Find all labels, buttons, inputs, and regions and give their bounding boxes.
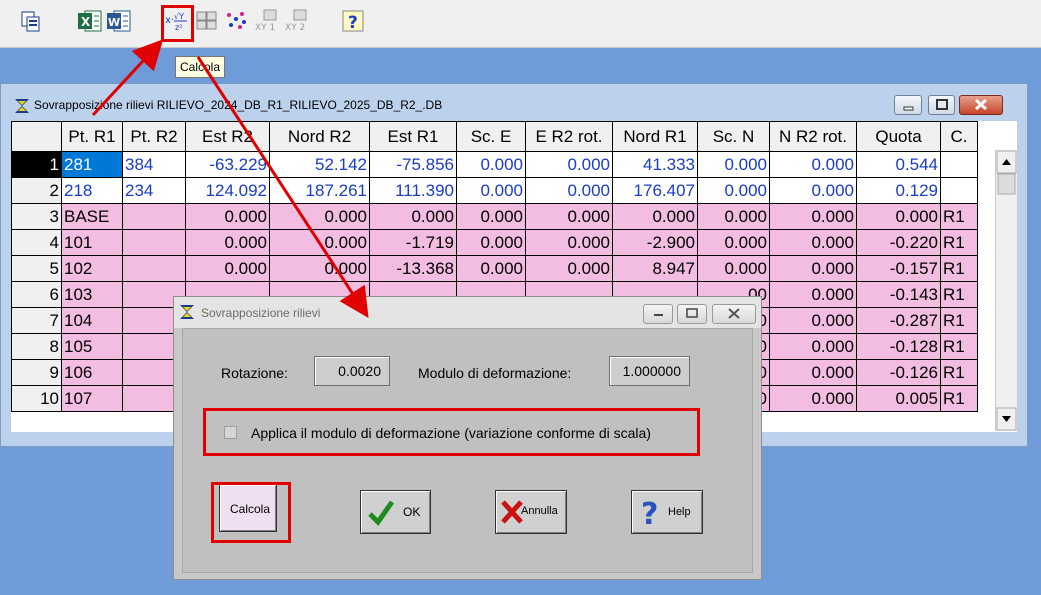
arrow-to-dialog (196, 56, 369, 319)
arrow-to-toolbar (91, 39, 164, 117)
annotation-arrows (91, 39, 369, 319)
